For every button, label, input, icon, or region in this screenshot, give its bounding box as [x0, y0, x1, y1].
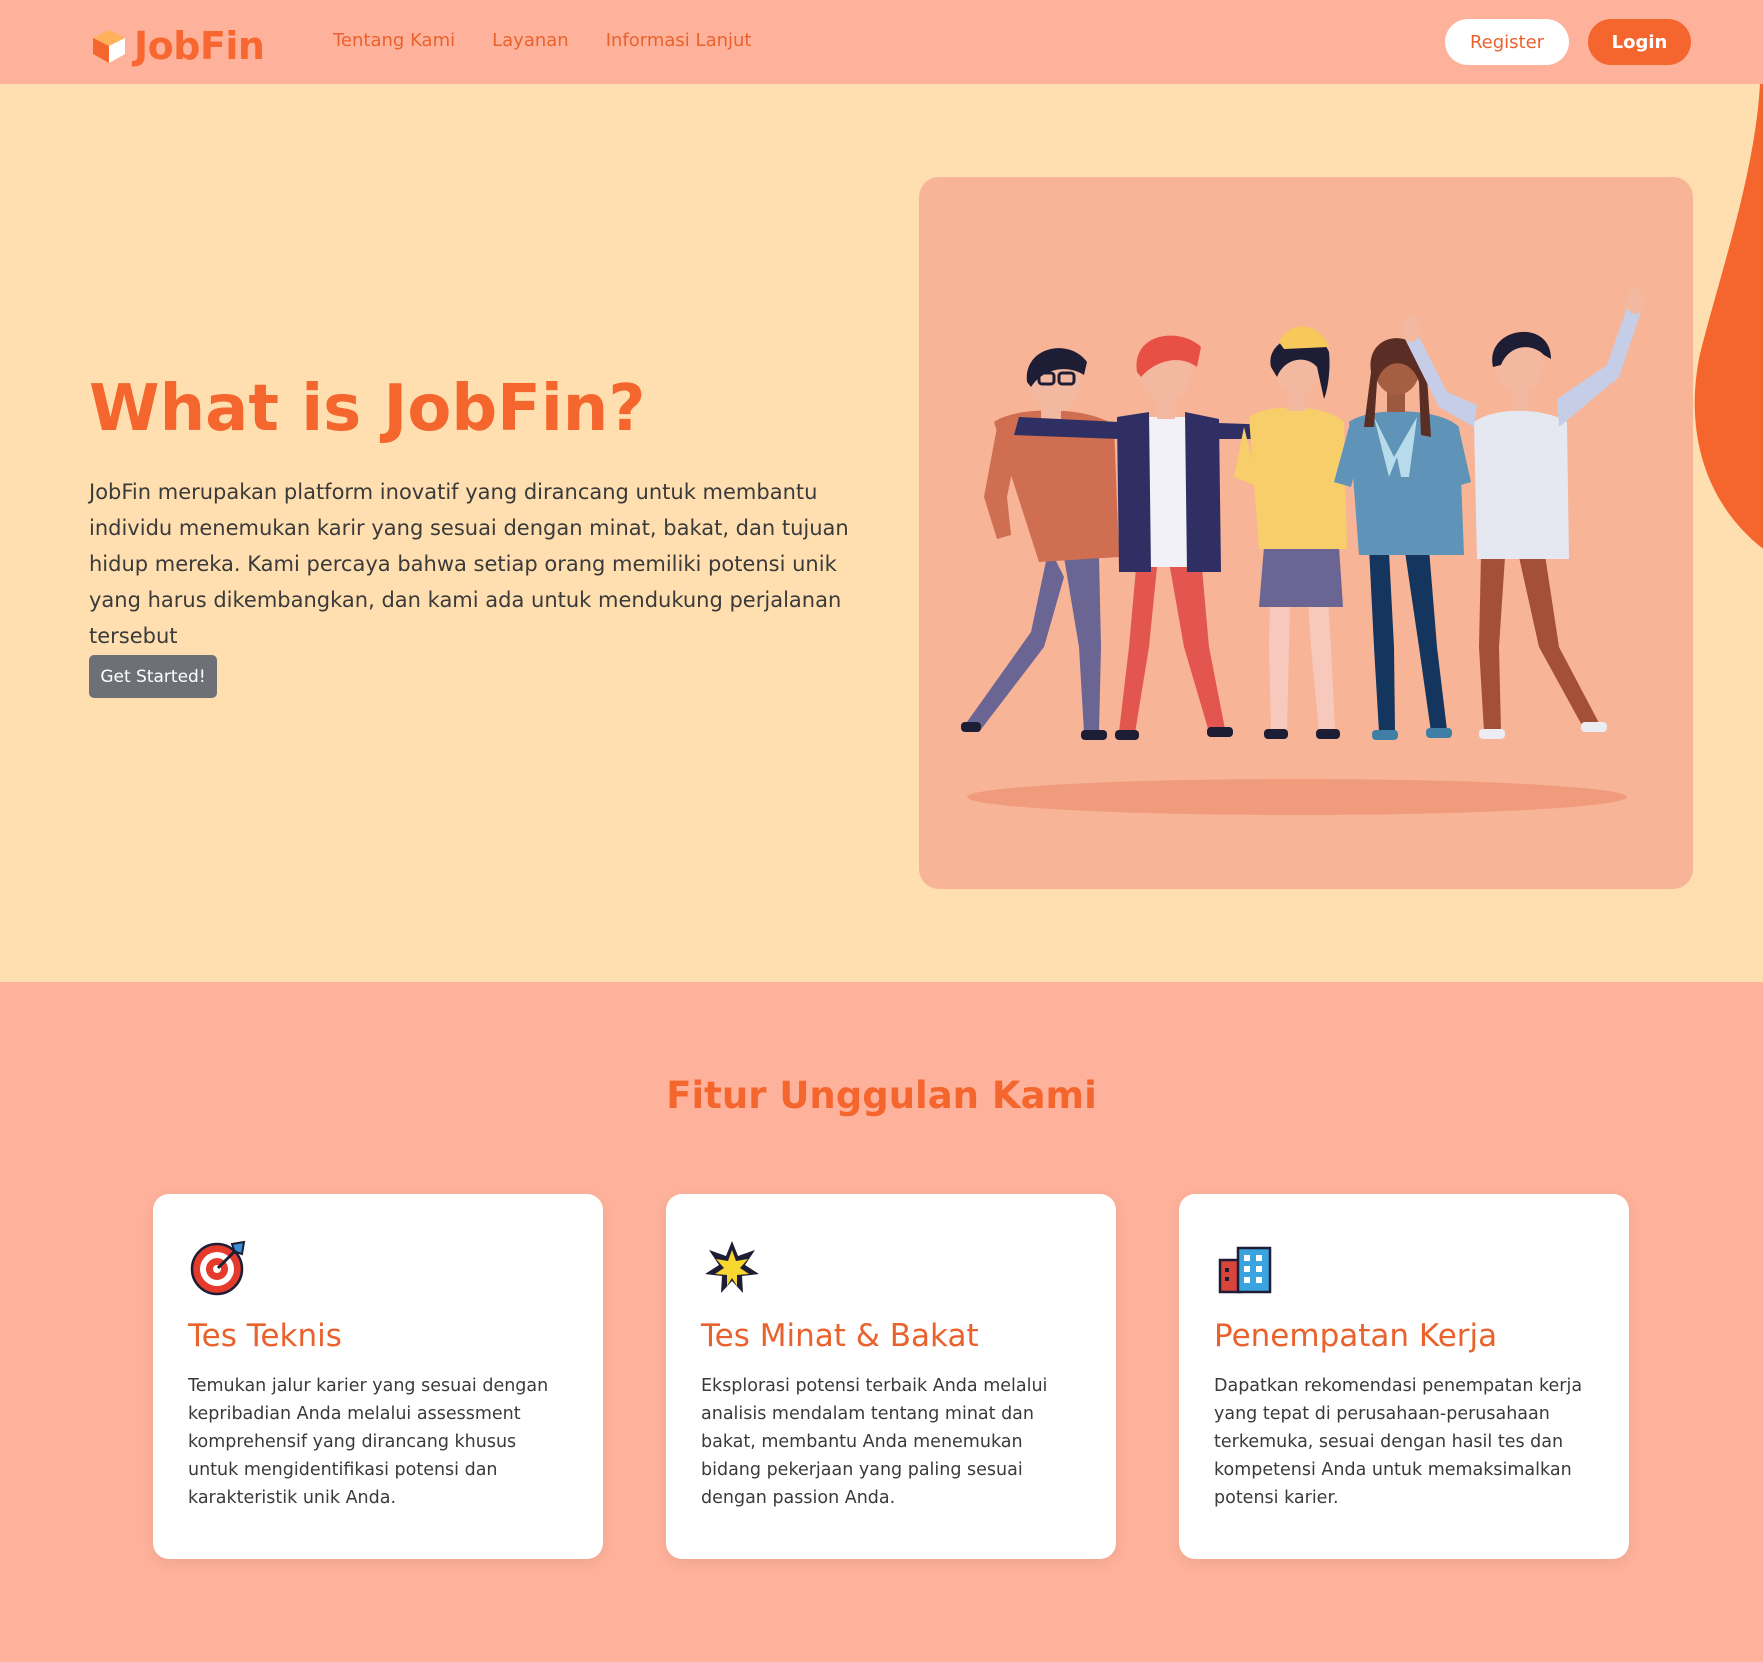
features-title: Fitur Unggulan Kami — [666, 1074, 1097, 1117]
get-started-button[interactable]: Get Started! — [89, 655, 217, 698]
card-description: Dapatkan rekomendasi penempatan kerja ya… — [1214, 1376, 1583, 1508]
nav-link-informasi-lanjut[interactable]: Informasi Lanjut — [606, 30, 752, 51]
feature-card-tes-teknis[interactable]: Tes Teknis Temukan jalur karier yang ses… — [153, 1194, 603, 1559]
logo[interactable]: JobFin — [90, 24, 265, 68]
hero-illustration-card — [919, 177, 1693, 889]
features-section: Fitur Unggulan Kami Tes Teknis Temukan j… — [0, 982, 1763, 1662]
hero-title: What is JobFin? — [89, 372, 646, 446]
card-title: Tes Minat & Bakat — [701, 1318, 979, 1354]
star-icon — [705, 1241, 759, 1293]
hero-description: JobFin merupakan platform inovatif yang … — [89, 480, 849, 648]
card-description: Temukan jalur karier yang sesuai dengan … — [188, 1376, 549, 1508]
office-building-icon — [1218, 1246, 1272, 1294]
card-title: Tes Teknis — [188, 1318, 342, 1354]
nav-link-layanan[interactable]: Layanan — [492, 30, 569, 51]
feature-card-tes-minat-bakat[interactable]: Tes Minat & Bakat Eksplorasi potensi ter… — [666, 1194, 1116, 1559]
card-description: Eksplorasi potensi terbaik Anda melalui … — [701, 1376, 1048, 1508]
person-1 — [961, 348, 1119, 740]
person-3 — [1234, 326, 1347, 739]
logo-text: JobFin — [134, 24, 265, 68]
feature-card-penempatan-kerja[interactable]: Penempatan Kerja Dapatkan rekomendasi pe… — [1179, 1194, 1629, 1559]
target-icon — [190, 1240, 246, 1296]
friends-group-illustration — [961, 288, 1644, 815]
card-title: Penempatan Kerja — [1214, 1318, 1498, 1354]
cube-logo-icon — [93, 30, 125, 63]
nav-links: Tentang Kami Layanan Informasi Lanjut — [333, 30, 751, 51]
navbar: JobFin Tentang Kami Layanan Informasi La… — [0, 0, 1763, 84]
login-button[interactable]: Login — [1588, 19, 1691, 65]
register-button[interactable]: Register — [1445, 19, 1569, 65]
hero-section: What is JobFin? JobFin merupakan platfor… — [0, 84, 1763, 982]
nav-link-tentang-kami[interactable]: Tentang Kami — [333, 30, 455, 51]
